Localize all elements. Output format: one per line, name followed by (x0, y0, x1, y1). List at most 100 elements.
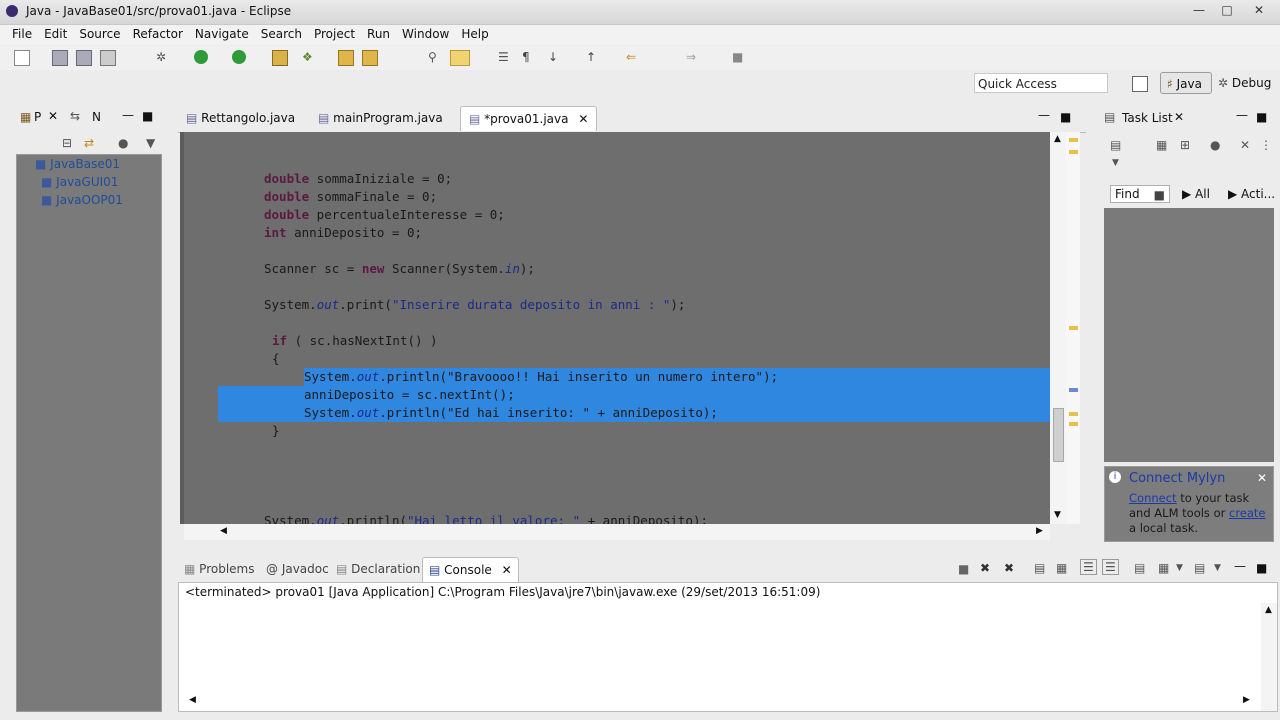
remove-all-icon[interactable]: ✖ (1004, 561, 1014, 575)
sync-icon[interactable]: ● (1210, 138, 1220, 152)
close-icon[interactable]: ✕ (578, 112, 588, 126)
menu-file[interactable]: File (6, 25, 38, 41)
show-whitespace-icon[interactable]: ☰ (498, 50, 512, 64)
tab-problems[interactable]: ▦ Problems (184, 559, 254, 579)
chevron-down-icon[interactable]: ▼ (1176, 563, 1183, 573)
focus-icon[interactable]: ⊞ (1180, 138, 1190, 152)
maximize-view-icon[interactable]: ■ (1256, 110, 1267, 124)
console-horizontal-scrollbar[interactable]: ◀ ▶ (185, 693, 1259, 709)
new-java-project-icon[interactable] (272, 50, 288, 66)
collapse-icon[interactable]: ✕ (1240, 138, 1250, 152)
menu-refactor[interactable]: Refactor (127, 25, 189, 41)
tab-task-list[interactable]: Task List (1122, 111, 1173, 125)
all-filter[interactable]: ▶ All (1182, 187, 1210, 201)
tab-mainprogram[interactable]: ▤ mainProgram.java (318, 108, 443, 128)
open-console-icon[interactable]: ▤ (1194, 561, 1205, 575)
search-icon[interactable]: ⚲ (428, 50, 442, 64)
forward-icon[interactable]: ⇒ (686, 50, 700, 64)
menu-help[interactable]: Help (455, 25, 494, 41)
close-icon[interactable]: ✕ (1174, 110, 1184, 124)
scroll-right-icon[interactable]: ▶ (1036, 526, 1043, 536)
next-annotation-icon[interactable]: ↓ (548, 50, 562, 64)
chevron-down-icon[interactable]: ▼ (1214, 563, 1221, 573)
pilcrow-icon[interactable]: ¶ (522, 50, 536, 64)
minimize-view-icon[interactable]: — (1234, 559, 1246, 573)
tree-item-javagui01[interactable]: ■ JavaGUI01 (41, 175, 118, 189)
display-console-icon[interactable]: ▦ (1158, 561, 1169, 575)
back-icon[interactable]: ⇐ (626, 50, 640, 64)
close-icon[interactable]: ✕ (502, 563, 512, 577)
find-input[interactable]: Find ■ (1110, 185, 1170, 203)
scroll-left-icon[interactable]: ◀ (189, 695, 196, 705)
maximize-view-icon[interactable]: ■ (142, 109, 153, 123)
tab-navigator[interactable]: N (92, 110, 101, 124)
editor-vertical-scrollbar[interactable]: ▲ ▼ (1050, 132, 1066, 524)
pin-editor-icon[interactable]: ■ (732, 50, 746, 64)
terminate-icon[interactable]: ■ (958, 562, 969, 576)
close-button[interactable]: ✕ (1242, 1, 1276, 19)
new-task-icon[interactable]: ▤ (1110, 138, 1121, 152)
tab-package-explorer[interactable]: P (34, 110, 41, 124)
collapse-all-icon[interactable]: ⊟ (62, 136, 72, 150)
word-wrap-icon[interactable]: ☰ (1080, 559, 1097, 575)
minimize-view-icon[interactable]: — (1236, 108, 1248, 122)
scroll-left-icon[interactable]: ◀ (220, 526, 227, 536)
scroll-up-icon[interactable]: ▲ (1265, 605, 1272, 615)
tree-item-javaoop01[interactable]: ■ JavaOOP01 (41, 193, 123, 207)
open-type-icon[interactable] (362, 50, 378, 66)
maximize-view-icon[interactable]: ■ (1060, 110, 1071, 124)
minimize-view-icon[interactable]: — (122, 108, 134, 122)
categorize-icon[interactable]: ▦ (1156, 138, 1167, 152)
show-on-output-icon[interactable]: ☰ (1102, 559, 1119, 575)
tab-javadoc[interactable]: @ Javadoc (266, 559, 329, 579)
save-all-icon[interactable] (76, 50, 92, 66)
scroll-right-icon[interactable]: ▶ (1243, 695, 1250, 705)
console-vertical-scrollbar[interactable]: ▲ (1261, 603, 1277, 711)
console-output[interactable]: <terminated> prova01 [Java Application] … (178, 582, 1278, 712)
maximize-view-icon[interactable]: ■ (1256, 561, 1267, 575)
remove-launch-icon[interactable]: ✖ (980, 561, 990, 575)
menu-window[interactable]: Window (396, 25, 455, 41)
view-menu-icon[interactable]: ● (118, 136, 128, 150)
close-icon[interactable]: ✕ (48, 109, 58, 123)
pin-console-icon[interactable]: ▤ (1134, 561, 1145, 575)
tab-declaration[interactable]: ▤ Declaration (336, 559, 420, 579)
java-perspective-button[interactable]: ♯ Java (1160, 72, 1212, 94)
code-editor[interactable]: double sommaIniziale = 0; double sommaFi… (184, 132, 1050, 528)
tab-rettangolo[interactable]: ▤ Rettangolo.java (186, 108, 295, 128)
tree-item-javabase01[interactable]: ■ JavaBase01 (35, 157, 120, 171)
scrollbar-thumb[interactable] (1053, 408, 1064, 462)
chevron-down-icon[interactable]: ▼ (146, 136, 155, 150)
editor-horizontal-scrollbar[interactable]: ◀ ▶ (184, 524, 1050, 540)
close-icon[interactable]: ✕ (1257, 471, 1267, 485)
debug-icon[interactable]: ✲ (156, 50, 170, 64)
minimize-view-icon[interactable]: — (1038, 108, 1050, 122)
maximize-button[interactable]: □ (1214, 1, 1240, 19)
new-icon[interactable] (14, 50, 30, 66)
menu-search[interactable]: Search (255, 25, 308, 41)
activate-filter[interactable]: ▶ Acti... (1228, 187, 1275, 201)
menu-edit[interactable]: Edit (38, 25, 73, 41)
scroll-lock-icon[interactable]: ▦ (1056, 561, 1067, 575)
prev-annotation-icon[interactable]: ↑ (586, 50, 600, 64)
menu-navigate[interactable]: Navigate (189, 25, 255, 41)
create-link[interactable]: create (1229, 506, 1266, 520)
link-editor-icon[interactable]: ⇄ (84, 136, 94, 150)
connect-link[interactable]: Connect (1129, 491, 1177, 505)
open-folder-icon[interactable] (338, 50, 354, 66)
new-package-icon[interactable]: ❖ (302, 50, 316, 64)
tab-console[interactable]: ▤ Console ✕ (422, 557, 519, 582)
run-icon[interactable] (194, 50, 208, 64)
chevron-down-icon[interactable]: ▼ (1112, 158, 1119, 168)
menu-source[interactable]: Source (73, 25, 126, 41)
clear-find-icon[interactable]: ■ (1154, 187, 1165, 203)
tab-prova01[interactable]: ▤ *prova01.java ✕ (460, 106, 598, 131)
debug-perspective-button[interactable]: ✲ Debug (1218, 72, 1271, 94)
menu-run[interactable]: Run (361, 25, 396, 41)
clear-console-icon[interactable]: ▤ (1034, 561, 1045, 575)
minimize-button[interactable]: — (1186, 1, 1212, 19)
open-perspective-icon[interactable] (1132, 76, 1148, 92)
view-menu-icon[interactable]: ⋮ (1260, 138, 1272, 152)
scroll-down-icon[interactable]: ▼ (1054, 510, 1061, 520)
print-icon[interactable] (100, 50, 116, 66)
